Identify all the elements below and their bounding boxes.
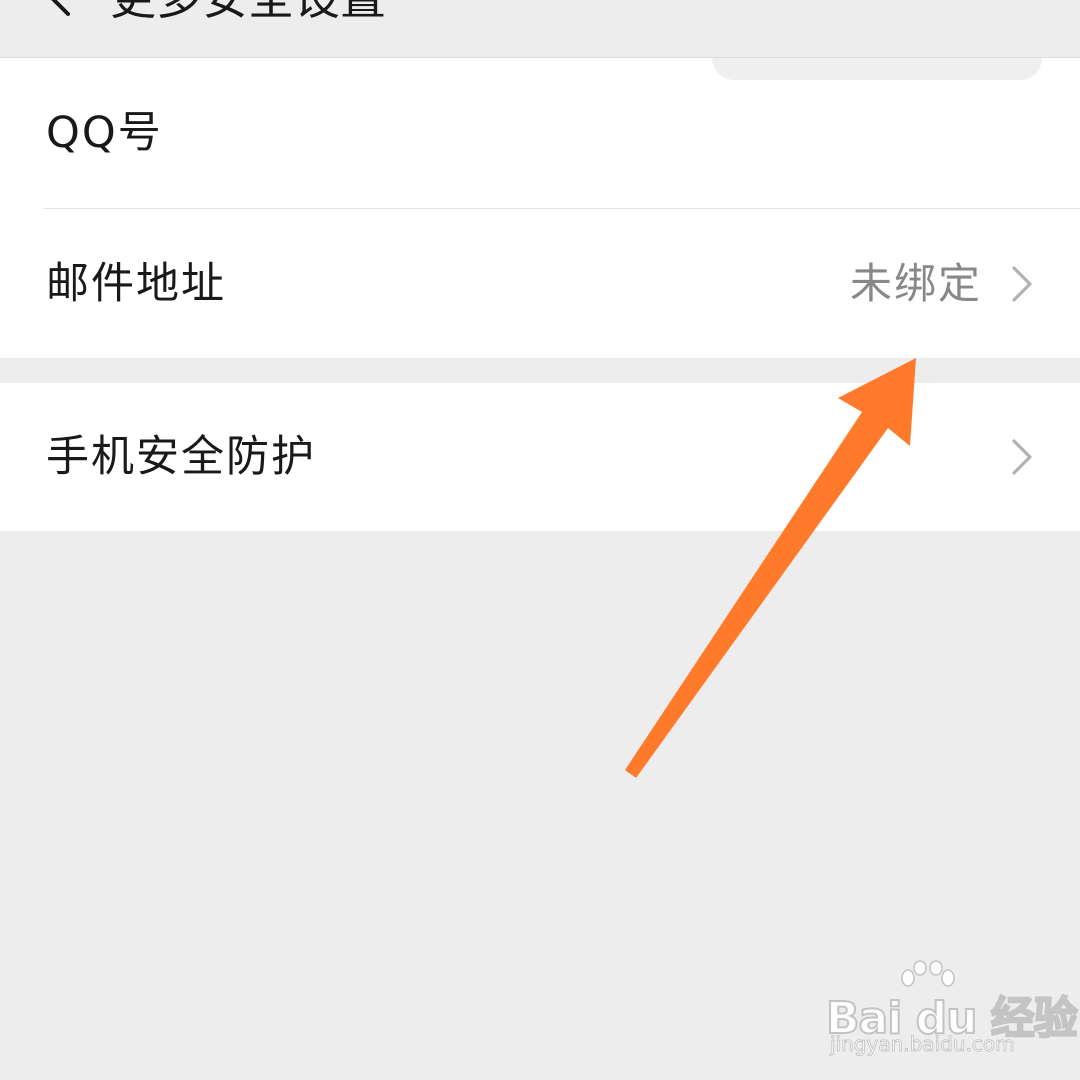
email-binding-status: 未绑定 — [849, 258, 982, 308]
account-settings-group: QQ号 邮件地址 未绑定 — [0, 58, 1080, 358]
baidu-jingyan-watermark: Bai du 经验 jingyan.baidu.com — [825, 960, 1079, 1060]
phone-security-label: 手机安全防护 — [46, 432, 316, 482]
blurred-value-overlay — [712, 58, 1042, 80]
back-arrow-icon[interactable] — [40, 0, 80, 18]
top-navigation-bar: 更多安全设置 — [0, 0, 1080, 58]
qq-number-label: QQ号 — [46, 108, 163, 158]
chevron-right-icon — [1012, 265, 1032, 302]
phone-security-row[interactable]: 手机安全防护 — [0, 383, 1080, 531]
email-address-label: 邮件地址 — [46, 258, 226, 309]
phone-security-group: 手机安全防护 — [0, 383, 1080, 531]
page-title: 更多安全设置 — [110, 0, 386, 26]
qq-number-row[interactable]: QQ号 — [0, 58, 1080, 208]
chevron-right-icon — [1012, 439, 1032, 475]
watermark-url: jingyan.baidu.com — [830, 1032, 1015, 1057]
email-address-row[interactable]: 邮件地址 未绑定 — [0, 209, 1080, 358]
